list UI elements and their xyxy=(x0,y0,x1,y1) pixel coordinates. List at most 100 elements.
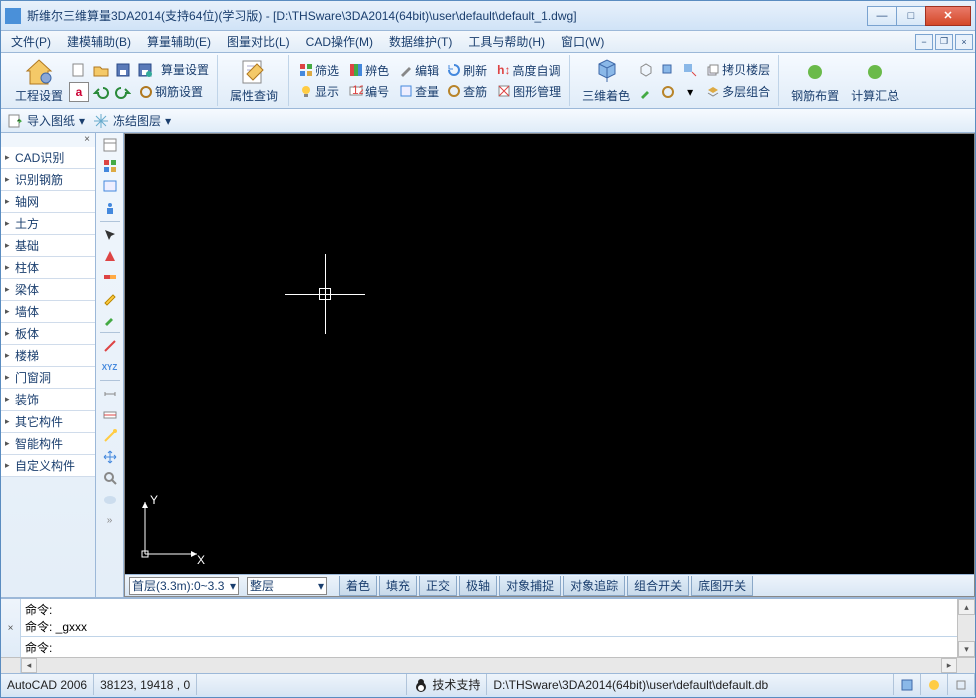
tool-figure-icon[interactable] xyxy=(99,198,121,218)
mdi-minimize-button[interactable]: − xyxy=(915,34,933,50)
scroll-down-icon[interactable]: ▾ xyxy=(958,641,975,657)
cube-small-icon[interactable] xyxy=(658,60,678,80)
scroll-up-icon[interactable]: ▴ xyxy=(958,599,975,615)
rebar-layout-button[interactable]: 钢筋布置 xyxy=(785,55,845,106)
graph-mgmt-button[interactable]: 图形管理 xyxy=(493,82,565,101)
status-icon-3[interactable] xyxy=(948,674,975,695)
canvas-tab[interactable]: 组合开关 xyxy=(627,576,689,596)
canvas-tab[interactable]: 着色 xyxy=(339,576,377,596)
tool-brush-icon[interactable] xyxy=(99,309,121,329)
tool-xyz-icon[interactable]: XYZ xyxy=(99,357,121,377)
tree-item[interactable]: ▸门窗洞 xyxy=(1,367,95,389)
menu-calc[interactable]: 算量辅助(E) xyxy=(139,31,219,52)
calc-summary-button[interactable]: 计算汇总 xyxy=(845,55,905,106)
canvas-tab[interactable]: 底图开关 xyxy=(691,576,753,596)
tree-item[interactable]: ▸识别钢筋 xyxy=(1,169,95,191)
tool-window-icon[interactable] xyxy=(99,177,121,197)
tree-item[interactable]: ▸梁体 xyxy=(1,279,95,301)
attr-query-button[interactable]: 属性查询 xyxy=(224,55,284,106)
redo-icon[interactable] xyxy=(113,82,133,102)
menu-model[interactable]: 建模辅助(B) xyxy=(59,31,139,52)
tool-align-icon[interactable] xyxy=(99,405,121,425)
calc-settings-button[interactable]: 算量设置 xyxy=(157,60,213,79)
status-icon-2[interactable] xyxy=(921,674,948,695)
layer-select[interactable]: 首层(3.3m):0~3.3▾ xyxy=(129,577,239,595)
canvas-tab[interactable]: 填充 xyxy=(379,576,417,596)
letter-a-icon[interactable]: a xyxy=(69,82,89,102)
refresh-button[interactable]: 刷新 xyxy=(443,61,491,80)
tree-item[interactable]: ▸装饰 xyxy=(1,389,95,411)
canvas-tab[interactable]: 对象追踪 xyxy=(563,576,625,596)
close-button[interactable]: ✕ xyxy=(925,6,971,26)
tool-pencil-icon[interactable] xyxy=(99,288,121,308)
filter-button[interactable]: 筛选 xyxy=(295,61,343,80)
show-button[interactable]: 显示 xyxy=(295,82,343,101)
mdi-close-button[interactable]: × xyxy=(955,34,973,50)
tool-magnify-icon[interactable] xyxy=(99,468,121,488)
status-icon-1[interactable] xyxy=(894,674,921,695)
tree-item[interactable]: ▸其它构件 xyxy=(1,411,95,433)
canvas-tab[interactable]: 正交 xyxy=(419,576,457,596)
freeze-layer-button[interactable]: 冻结图层▾ xyxy=(93,112,171,129)
panel-close-icon[interactable]: × xyxy=(81,134,93,146)
scroll-right-icon[interactable]: ▸ xyxy=(941,658,957,673)
menu-window[interactable]: 窗口(W) xyxy=(553,31,612,52)
multi-combine-button[interactable]: 多层组合 xyxy=(702,82,774,101)
tool-cloud-icon[interactable] xyxy=(99,489,121,509)
check-rebar-button[interactable]: 查筋 xyxy=(443,82,491,101)
scroll-left-icon[interactable]: ◂ xyxy=(21,658,37,673)
project-settings-button[interactable]: 工程设置 xyxy=(9,55,69,106)
mdi-restore-button[interactable]: ❐ xyxy=(935,34,953,50)
tool-triangle-icon[interactable] xyxy=(99,246,121,266)
edit-button[interactable]: 编辑 xyxy=(395,61,443,80)
height-auto-button[interactable]: h↕高度自调 xyxy=(493,61,564,80)
tree-item[interactable]: ▸CAD识别 xyxy=(1,147,95,169)
copy-floor-button[interactable]: 拷贝楼层 xyxy=(702,60,774,79)
tree-item[interactable]: ▸柱体 xyxy=(1,257,95,279)
menu-compare[interactable]: 图量对比(L) xyxy=(219,31,298,52)
command-hscroll[interactable]: ◂ ▸ xyxy=(1,657,975,673)
tool-line-icon[interactable] xyxy=(99,336,121,356)
tool-expand-icon[interactable]: » xyxy=(99,510,121,530)
canvas-tab[interactable]: 极轴 xyxy=(459,576,497,596)
command-input[interactable]: 命令: xyxy=(21,637,957,657)
link-icon[interactable]: ▾ xyxy=(680,82,700,102)
menu-cad[interactable]: CAD操作(M) xyxy=(298,31,381,52)
maximize-button[interactable]: □ xyxy=(896,6,926,26)
drawing-canvas[interactable]: Y X xyxy=(125,134,974,574)
check-qty-button[interactable]: 查量 xyxy=(395,82,443,101)
identify-button[interactable]: 辨色 xyxy=(345,61,393,80)
cube-outline-icon[interactable] xyxy=(636,60,656,80)
number-button[interactable]: 12编号 xyxy=(345,82,393,101)
cmd-close-icon[interactable]: × xyxy=(8,623,14,634)
tree-item[interactable]: ▸墙体 xyxy=(1,301,95,323)
tree-item[interactable]: ▸轴网 xyxy=(1,191,95,213)
tool-dimension-icon[interactable] xyxy=(99,384,121,404)
open-icon[interactable] xyxy=(91,60,111,80)
undo-icon[interactable] xyxy=(91,82,111,102)
tool-grid-icon[interactable] xyxy=(99,156,121,176)
canvas-tab[interactable]: 对象捕捉 xyxy=(499,576,561,596)
save-icon[interactable] xyxy=(113,60,133,80)
save-as-icon[interactable] xyxy=(135,60,155,80)
tree-item[interactable]: ▸自定义构件 xyxy=(1,455,95,477)
brush-icon[interactable] xyxy=(636,82,656,102)
tree-item[interactable]: ▸基础 xyxy=(1,235,95,257)
rebar-settings-button[interactable]: 钢筋设置 xyxy=(135,82,207,101)
tree-item[interactable]: ▸楼梯 xyxy=(1,345,95,367)
tool-gradient-icon[interactable] xyxy=(99,267,121,287)
minimize-button[interactable]: — xyxy=(867,6,897,26)
tool-select-icon[interactable] xyxy=(99,225,121,245)
new-icon[interactable] xyxy=(69,60,89,80)
rotate-icon[interactable] xyxy=(658,82,678,102)
command-vscroll[interactable]: ▴ ▾ xyxy=(957,599,975,657)
menu-data[interactable]: 数据维护(T) xyxy=(381,31,460,52)
tree-item[interactable]: ▸土方 xyxy=(1,213,95,235)
cube-arrow-icon[interactable] xyxy=(680,60,700,80)
shade3d-button[interactable]: 三维着色 xyxy=(576,55,636,106)
tool-wand-icon[interactable] xyxy=(99,426,121,446)
tool-properties-icon[interactable] xyxy=(99,135,121,155)
tree-item[interactable]: ▸智能构件 xyxy=(1,433,95,455)
import-drawing-button[interactable]: 导入图纸▾ xyxy=(7,112,85,129)
tree-item[interactable]: ▸板体 xyxy=(1,323,95,345)
